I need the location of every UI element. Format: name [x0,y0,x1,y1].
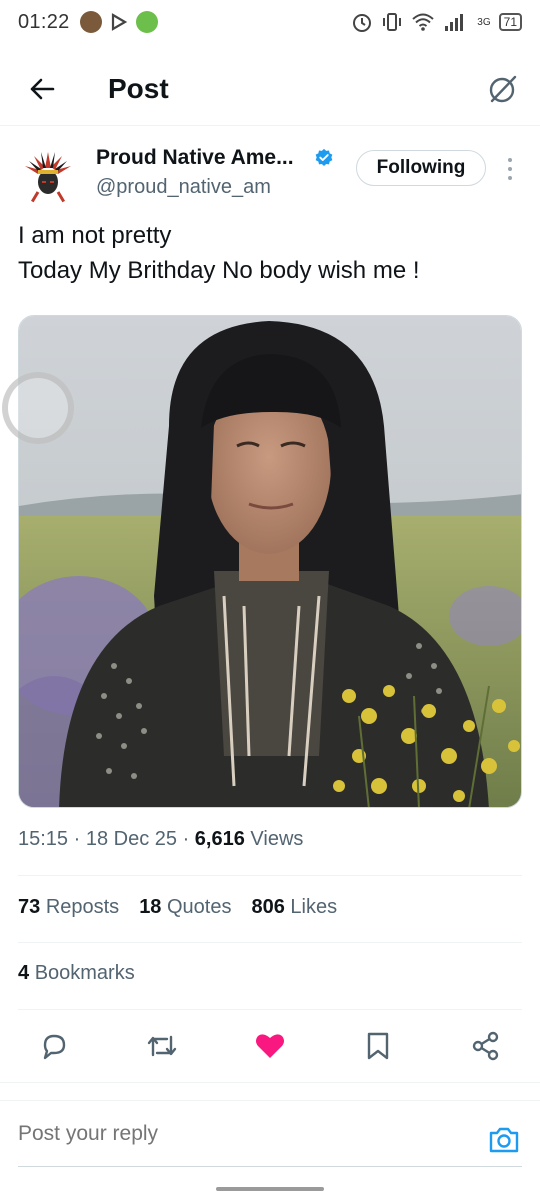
divider [18,875,522,876]
bookmarks-stat[interactable]: 4 Bookmarks [18,962,135,985]
status-time: 01:22 [18,10,70,33]
reposts-label: Reposts [45,896,120,918]
app-notification-icon [79,11,102,33]
network-type: 3G [477,16,491,28]
meta-separator: · [182,828,195,850]
quotes-label: Quotes [167,896,232,918]
views-count[interactable]: 6,616 [195,828,245,850]
divider [18,1009,522,1010]
bookmarks-label: Bookmarks [34,962,135,984]
more-dot-icon [508,158,512,162]
reposts-count: 73 [18,896,41,918]
status-bar: 01:22 3G 71 [0,0,540,44]
divider [0,1082,540,1083]
bookmarks-count: 4 [18,962,30,984]
post-author: Proud Native Ame... @proud_native_am Fol… [0,140,540,214]
reply-input[interactable] [18,1122,458,1146]
share-button[interactable] [464,1024,508,1068]
views-label: Views [250,828,304,850]
arrow-left-icon [30,78,55,99]
reply-icon [43,1034,66,1060]
loading-spinner [2,372,74,444]
avatar[interactable] [18,146,78,206]
action-bar [0,1024,540,1070]
likes-stat[interactable]: 806 Likes [251,896,337,919]
more-dot-icon [508,167,512,171]
like-button[interactable] [248,1024,292,1068]
more-dot-icon [508,176,512,180]
post-stats: 73 Reposts 18 Quotes 806 Likes [18,896,337,919]
battery-level: 71 [503,15,517,29]
share-icon [472,1031,499,1061]
system-icons: 3G 71 [351,11,522,33]
notification-icons [79,11,158,33]
grok-icon [489,75,517,102]
likes-label: Likes [290,896,338,918]
more-options-button[interactable] [500,154,520,184]
app-notification-icon [135,11,158,33]
headdress-logo-icon [18,146,78,206]
repost-icon [147,1035,177,1057]
top-bar: Post [0,52,540,126]
post-image[interactable] [18,315,522,808]
signal-icon [445,14,464,31]
author-name[interactable]: Proud Native Ame... [96,146,294,170]
divider [18,942,522,943]
reposts-stat[interactable]: 73 Reposts [18,896,119,919]
post-meta: 15:15 · 18 Dec 25 · 6,616 Views [18,828,303,851]
play-notification-icon [111,13,127,31]
portrait-photo [19,316,521,807]
divider [0,1100,540,1101]
battery-icon: 71 [498,13,522,31]
post-text: I am not pretty Today My Brithday No bod… [18,218,518,288]
post-text-line: I am not pretty [18,222,172,249]
wifi-icon [412,13,434,31]
post-date: 18 Dec 25 [85,828,178,850]
post-time: 15:15 [18,828,69,850]
home-indicator[interactable] [216,1187,324,1191]
alarm-icon [353,14,372,32]
verified-badge-icon [315,148,333,166]
bookmark-button[interactable] [356,1024,400,1068]
grok-button[interactable] [480,67,524,111]
repost-button[interactable] [140,1024,184,1068]
quotes-stat[interactable]: 18 Quotes [139,896,231,919]
vibrate-icon [383,13,402,31]
like-icon [256,1034,284,1058]
meta-separator: · [73,828,86,850]
author-handle[interactable]: @proud_native_am [96,176,271,199]
reply-input-underline [18,1166,522,1167]
bookmark-icon [367,1032,389,1060]
back-button[interactable] [18,65,66,113]
camera-icon [489,1127,519,1153]
reply-button[interactable] [32,1024,76,1068]
following-button[interactable]: Following [356,150,486,186]
quotes-count: 18 [139,896,162,918]
post-text-line: Today My Brithday No body wish me ! [18,257,420,284]
likes-count: 806 [251,896,285,918]
page-title: Post [108,72,169,104]
camera-button[interactable] [486,1122,522,1158]
